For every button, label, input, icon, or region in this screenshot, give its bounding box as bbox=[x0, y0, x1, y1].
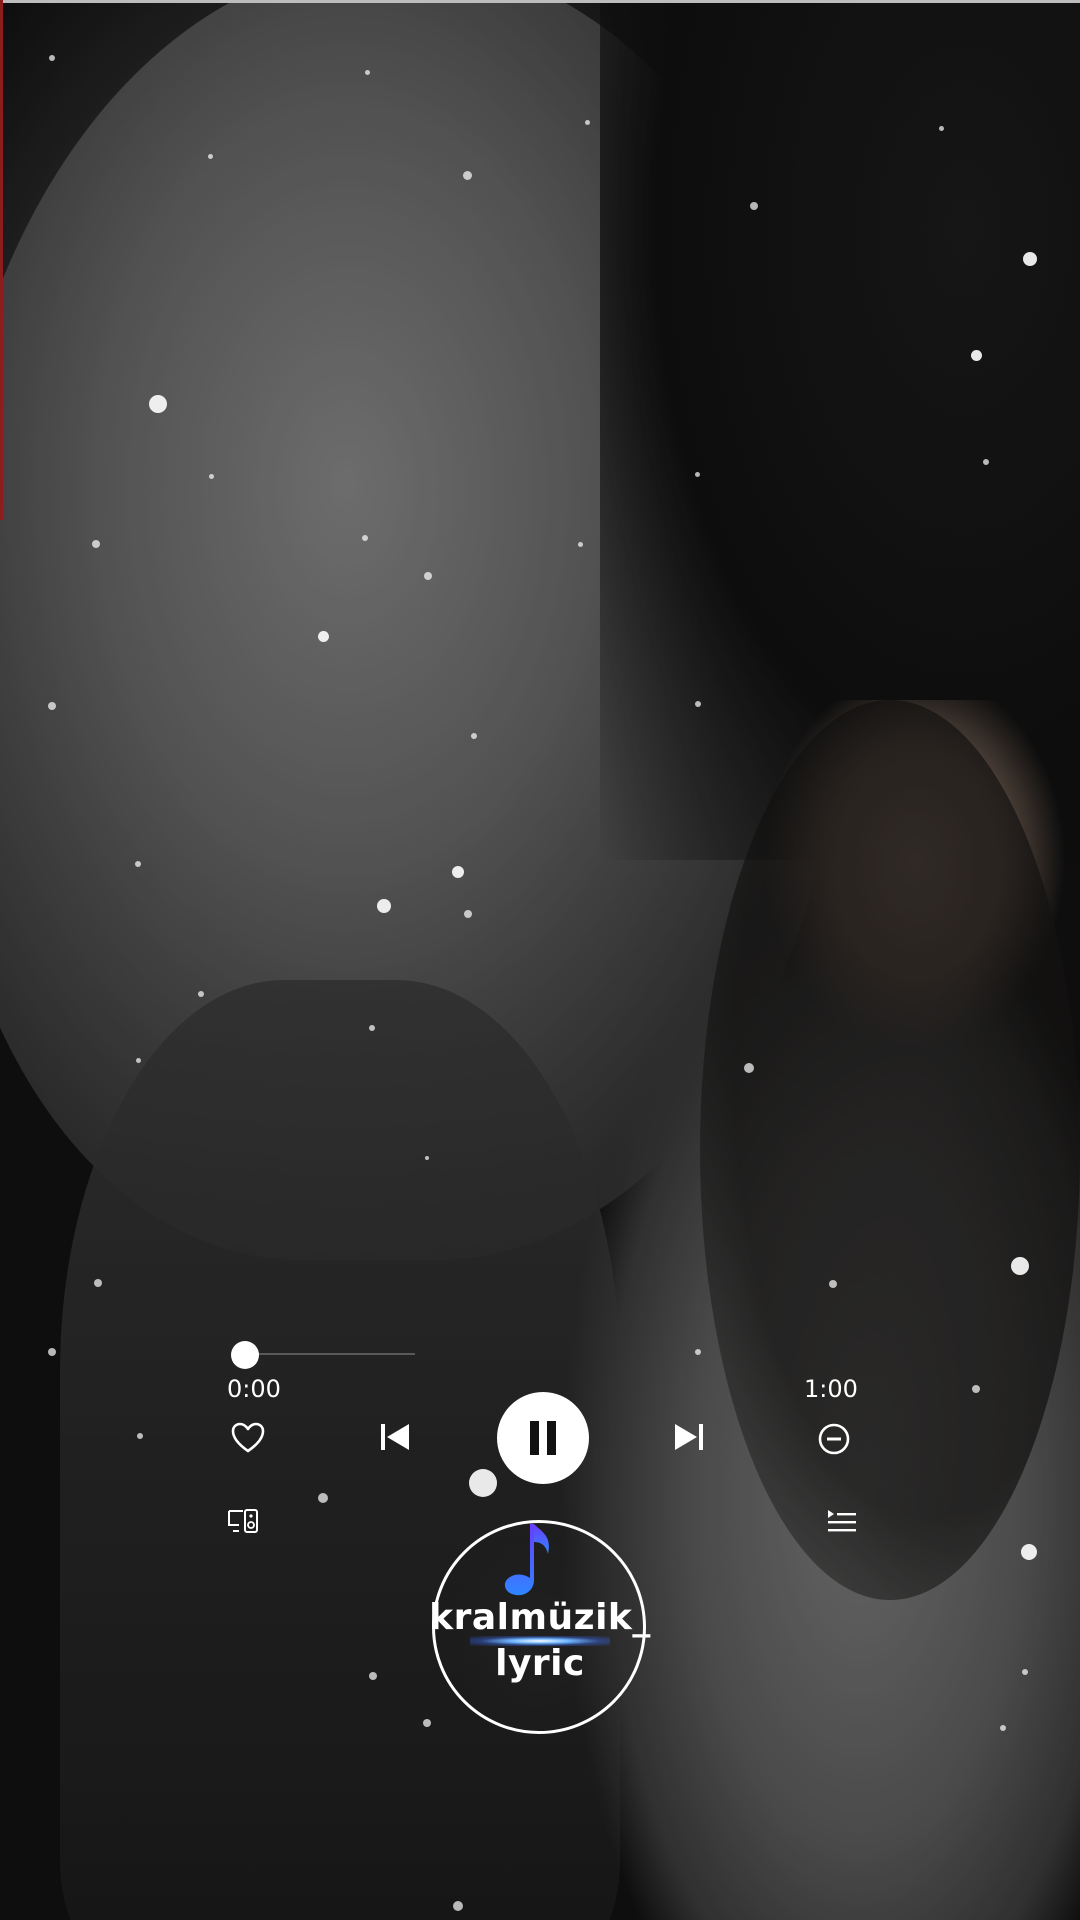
next-button[interactable] bbox=[670, 1418, 708, 1456]
remove-button[interactable] bbox=[814, 1419, 854, 1459]
snow-particle bbox=[1011, 1257, 1029, 1275]
snow-particle bbox=[1023, 252, 1037, 266]
elapsed-time: 0:00 bbox=[227, 1375, 281, 1403]
progress-knob[interactable] bbox=[231, 1341, 259, 1369]
queue-button[interactable] bbox=[823, 1504, 861, 1538]
snow-particle bbox=[424, 572, 432, 580]
snow-particle bbox=[453, 1901, 463, 1911]
connect-device-icon bbox=[228, 1509, 258, 1533]
snow-particle bbox=[469, 1469, 497, 1497]
snow-particle bbox=[94, 1279, 102, 1287]
snow-particle bbox=[750, 202, 758, 210]
top-edge-line bbox=[0, 0, 1080, 3]
snow-particle bbox=[970, 349, 982, 361]
queue-icon bbox=[828, 1510, 856, 1532]
music-note-icon bbox=[504, 1524, 549, 1596]
snow-particle bbox=[318, 1493, 328, 1503]
snow-particle bbox=[584, 119, 590, 125]
heart-icon bbox=[231, 1422, 265, 1453]
snow-particle bbox=[198, 991, 204, 997]
snow-particle bbox=[983, 459, 989, 465]
snow-particle bbox=[362, 535, 368, 541]
snow-particle bbox=[135, 1057, 141, 1063]
snow-particle bbox=[577, 541, 583, 547]
snow-particle bbox=[972, 1385, 980, 1393]
snow-particle bbox=[938, 125, 944, 131]
previous-button[interactable] bbox=[376, 1418, 414, 1456]
like-button[interactable] bbox=[226, 1418, 270, 1458]
snow-particle bbox=[49, 55, 55, 61]
snow-particle bbox=[369, 1025, 375, 1031]
left-edge-line bbox=[0, 0, 3, 520]
connect-device-button[interactable] bbox=[224, 1504, 262, 1538]
snow-particle bbox=[317, 630, 329, 642]
pause-button[interactable] bbox=[497, 1392, 589, 1484]
snow-particle bbox=[137, 1433, 143, 1439]
snow-particle bbox=[364, 69, 370, 75]
remove-circle-icon bbox=[818, 1423, 850, 1455]
snow-particle bbox=[48, 1348, 56, 1356]
snow-particle bbox=[425, 1156, 429, 1160]
skip-previous-icon bbox=[381, 1424, 409, 1450]
snow-particle bbox=[695, 1349, 701, 1355]
snow-particle bbox=[135, 861, 141, 867]
snow-particle bbox=[92, 540, 100, 548]
snow-particle bbox=[464, 910, 472, 918]
snow-particle bbox=[471, 733, 477, 739]
total-time: 1:00 bbox=[804, 1375, 858, 1403]
snow-particle bbox=[1000, 1725, 1006, 1731]
logo-text-line2: lyric bbox=[495, 1643, 585, 1684]
snow-particle bbox=[829, 1280, 837, 1288]
snow-particle bbox=[423, 1719, 431, 1727]
snow-particle bbox=[452, 866, 464, 878]
snow-particle bbox=[694, 471, 700, 477]
snow-particle bbox=[744, 1063, 754, 1073]
logo-text-line1: kralmüzik_ bbox=[429, 1597, 651, 1638]
skip-next-icon bbox=[675, 1424, 703, 1450]
snow-particle bbox=[149, 395, 167, 413]
snow-particle bbox=[207, 153, 213, 159]
progress-track[interactable] bbox=[245, 1353, 415, 1355]
snow-particle bbox=[1021, 1544, 1037, 1560]
snow-particle bbox=[48, 702, 56, 710]
snow-particle bbox=[695, 701, 701, 707]
snow-particle bbox=[462, 170, 472, 180]
music-player-screen: 0:00 1:00 kralmüzik_ lyric bbox=[0, 0, 1080, 1920]
snow-particle bbox=[208, 473, 214, 479]
pause-icon bbox=[530, 1421, 556, 1455]
snow-particle bbox=[377, 899, 391, 913]
